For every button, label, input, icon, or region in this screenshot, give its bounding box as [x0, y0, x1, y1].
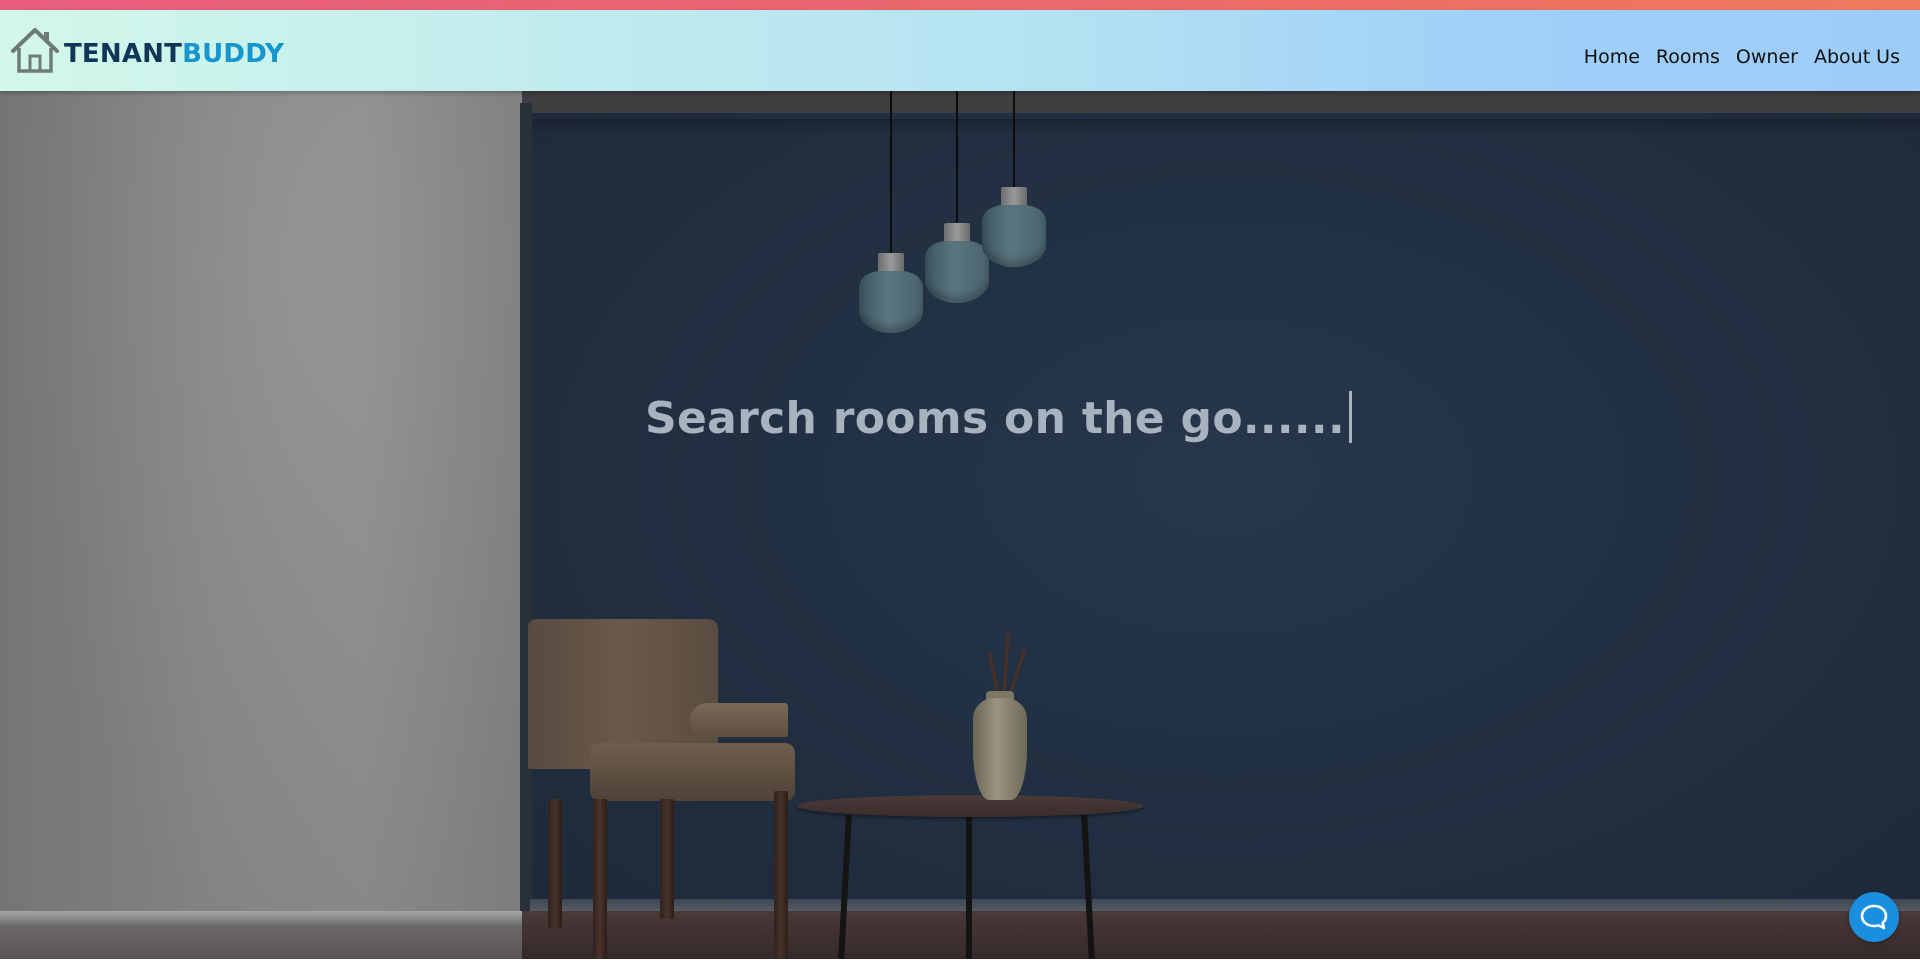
- navbar: TENANTBUDDY Home Rooms Owner About Us: [0, 10, 1920, 91]
- top-accent-stripe: [0, 0, 1920, 10]
- chat-bubble-icon: [1860, 904, 1888, 930]
- hero-banner: Search rooms on the go......: [0, 91, 1920, 959]
- brand-name: TENANTBUDDY: [64, 39, 284, 69]
- hero-floor: [522, 911, 1920, 959]
- chat-button[interactable]: [1849, 892, 1899, 942]
- pendant-lamp: [982, 205, 1046, 267]
- typing-caret: [1348, 391, 1352, 443]
- nav-about-us[interactable]: About Us: [1814, 46, 1900, 68]
- main-nav: Home Rooms Owner About Us: [1584, 46, 1900, 68]
- brand-name-part2: BUDDY: [182, 39, 285, 69]
- nav-home[interactable]: Home: [1584, 46, 1640, 68]
- house-icon: [11, 28, 59, 73]
- hero-caption: Search rooms on the go......: [645, 391, 1352, 444]
- hero-caption-text: Search rooms on the go......: [645, 393, 1345, 444]
- pendant-lamp: [859, 271, 923, 333]
- hero-wall-corner: [520, 103, 532, 919]
- nav-rooms[interactable]: Rooms: [1656, 46, 1720, 68]
- pendant-lamp: [925, 241, 989, 303]
- hero-back-wall: [532, 113, 1920, 923]
- brand-logo[interactable]: TENANTBUDDY: [8, 24, 284, 76]
- nav-owner[interactable]: Owner: [1736, 46, 1798, 68]
- brand-name-part1: TENANT: [64, 39, 183, 69]
